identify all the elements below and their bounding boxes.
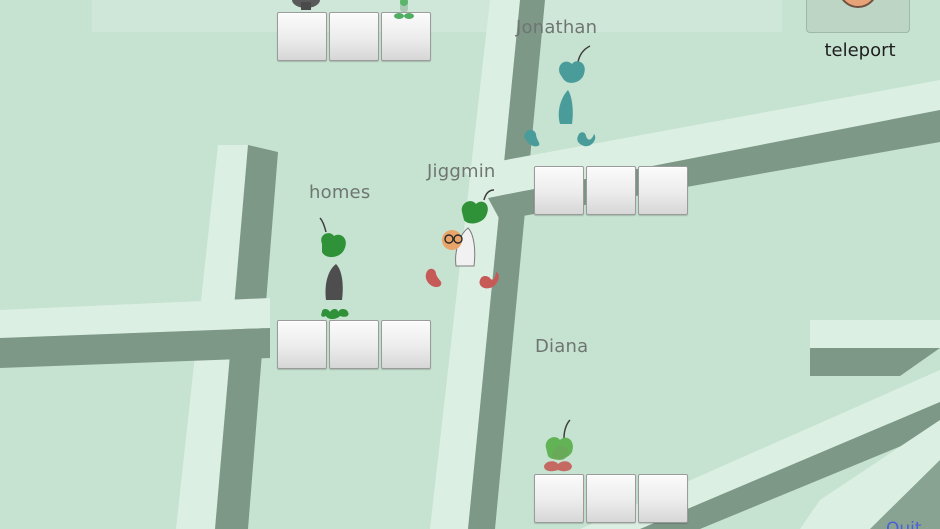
block [277, 12, 327, 61]
player-name-jonathan: Jonathan [516, 17, 598, 38]
game-scene[interactable]: Jonathan Jiggmin homes Diana teleport Qu… [0, 0, 940, 529]
player-avatar-jonathan[interactable] [516, 44, 606, 152]
block [329, 12, 379, 61]
player-name-diana: Diana [535, 336, 589, 357]
player-name-homes: homes [309, 182, 371, 203]
player-avatar-homes[interactable] [310, 212, 360, 324]
block-row-upper-right [534, 166, 690, 216]
block [534, 166, 584, 215]
teleport-label[interactable]: teleport [808, 40, 912, 61]
player-avatar-jiggmin[interactable] [420, 186, 510, 296]
orange-circle-icon [842, 0, 874, 8]
player-avatar-diana[interactable] [538, 416, 588, 476]
block-row-middle-left [277, 320, 433, 370]
block [277, 320, 327, 369]
partial-avatar-green[interactable] [390, 0, 418, 24]
block [638, 474, 688, 523]
block [381, 320, 431, 369]
partial-avatar-dark[interactable] [286, 0, 326, 16]
block [586, 474, 636, 523]
block [534, 474, 584, 523]
block [329, 320, 379, 369]
quit-link[interactable]: Quit [886, 519, 922, 529]
player-name-jiggmin: Jiggmin [427, 161, 496, 182]
block-row-bottom [534, 474, 690, 524]
block [586, 166, 636, 215]
teleport-button[interactable] [806, 0, 910, 33]
block [638, 166, 688, 215]
